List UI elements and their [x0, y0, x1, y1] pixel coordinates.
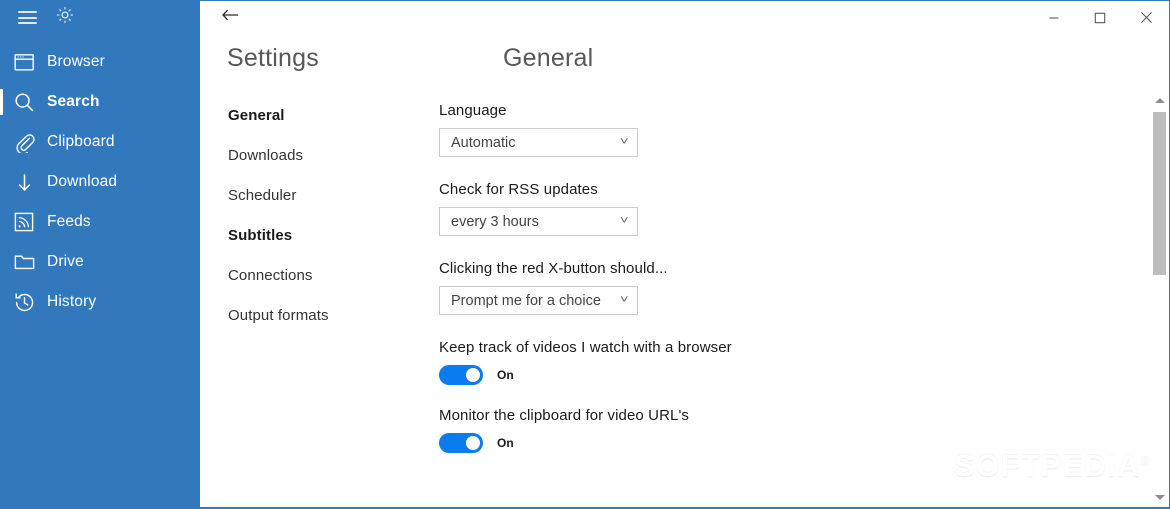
rss-icon [14, 210, 44, 234]
hamburger-icon [17, 11, 37, 24]
download-arrow-icon [14, 170, 44, 194]
settings-nav-item-subtitles[interactable]: Subtitles [228, 226, 403, 266]
application-window: Browser Search Clipboard Download Feeds … [0, 0, 1170, 509]
sidebar-header [0, 0, 200, 35]
toggle-label: Keep track of videos I watch with a brow… [439, 339, 732, 356]
settings-nav: General Downloads Scheduler Subtitles Co… [228, 106, 403, 346]
close-behavior-select[interactable]: Prompt me for a choice ˅ [439, 286, 638, 315]
toggle-state-label: On [497, 436, 514, 450]
watermark-mark: ® [1140, 452, 1151, 468]
chevron-down-icon: ˅ [619, 136, 629, 148]
sidebar-item-drive[interactable]: Drive [0, 242, 200, 282]
toggle-label: Monitor the clipboard for video URL's [439, 407, 690, 424]
page-title: Settings [227, 44, 319, 72]
scroll-down-arrow-icon[interactable] [1151, 489, 1168, 506]
setting-monitor-clipboard: Monitor the clipboard for video URL's On [439, 407, 1139, 453]
sidebar-item-label: Clipboard [47, 133, 115, 150]
language-select[interactable]: Automatic ˅ [439, 128, 638, 157]
maximize-button[interactable] [1077, 2, 1123, 33]
sidebar-item-label: Download [47, 173, 118, 190]
setting-track-videos: Keep track of videos I watch with a brow… [439, 339, 1139, 385]
rss-interval-select[interactable]: every 3 hours ˅ [439, 207, 638, 236]
settings-form: Language Automatic ˅ Check for RSS updat… [439, 102, 1139, 473]
sidebar-item-search[interactable]: Search [0, 82, 200, 122]
sidebar-item-history[interactable]: History [0, 282, 200, 322]
sidebar-item-browser[interactable]: Browser [0, 42, 200, 82]
field-label: Language [439, 102, 507, 119]
settings-nav-item-connections[interactable]: Connections [228, 266, 403, 306]
settings-window: Settings General General Downloads Sched… [200, 0, 1170, 509]
track-videos-toggle[interactable] [439, 365, 483, 385]
window-controls [1031, 2, 1169, 33]
field-label: Clicking the red X-button should... [439, 260, 668, 277]
browser-window-icon [14, 50, 44, 74]
hamburger-menu-button[interactable] [8, 2, 46, 34]
chevron-down-icon: ˅ [619, 215, 629, 227]
field-close-behavior: Clicking the red X-button should... Prom… [439, 260, 1139, 315]
toggle-knob [466, 436, 480, 450]
paperclip-icon [14, 130, 44, 154]
settings-nav-item-output-formats[interactable]: Output formats [228, 306, 403, 346]
toggle-row: On [439, 365, 1139, 385]
settings-nav-item-general[interactable]: General [228, 106, 403, 146]
sidebar-item-clipboard[interactable]: Clipboard [0, 122, 200, 162]
sidebar-item-label: Drive [47, 253, 84, 270]
chevron-down-icon: ˅ [619, 294, 629, 306]
settings-nav-item-downloads[interactable]: Downloads [228, 146, 403, 186]
scroll-up-arrow-icon[interactable] [1151, 92, 1168, 109]
scrollbar-thumb[interactable] [1153, 112, 1166, 275]
gear-icon [55, 5, 75, 30]
folder-icon [14, 250, 44, 274]
toggle-knob [466, 368, 480, 382]
minimize-button[interactable] [1031, 2, 1077, 33]
magnifier-icon [14, 90, 44, 114]
active-indicator [0, 89, 3, 115]
close-button[interactable] [1123, 2, 1169, 33]
back-arrow-icon [221, 8, 239, 27]
sidebar-item-label: Search [47, 93, 100, 110]
window-titlebar [200, 1, 1169, 34]
settings-content: Settings General General Downloads Sched… [200, 34, 1169, 507]
select-value: Automatic [451, 134, 516, 151]
back-button[interactable] [208, 2, 252, 33]
clock-history-icon [14, 290, 44, 314]
toggle-row: On [439, 433, 1139, 453]
sidebar-item-feeds[interactable]: Feeds [0, 202, 200, 242]
field-label: Check for RSS updates [439, 181, 598, 198]
toggle-state-label: On [497, 368, 514, 382]
monitor-clipboard-toggle[interactable] [439, 433, 483, 453]
sidebar-item-label: History [47, 293, 97, 310]
vertical-scrollbar[interactable] [1151, 92, 1168, 506]
main-sidebar: Browser Search Clipboard Download Feeds … [0, 0, 200, 509]
field-language: Language Automatic ˅ [439, 102, 1139, 157]
select-value: Prompt me for a choice [451, 292, 601, 309]
field-rss-updates: Check for RSS updates every 3 hours ˅ [439, 181, 1139, 236]
sidebar-nav-list: Browser Search Clipboard Download Feeds … [0, 42, 200, 322]
sidebar-item-label: Browser [47, 53, 105, 70]
sidebar-item-download[interactable]: Download [0, 162, 200, 202]
sidebar-item-label: Feeds [47, 213, 91, 230]
select-value: every 3 hours [451, 213, 539, 230]
settings-nav-item-scheduler[interactable]: Scheduler [228, 186, 403, 226]
page-heading: General [503, 44, 594, 72]
sidebar-settings-button[interactable] [46, 2, 84, 34]
